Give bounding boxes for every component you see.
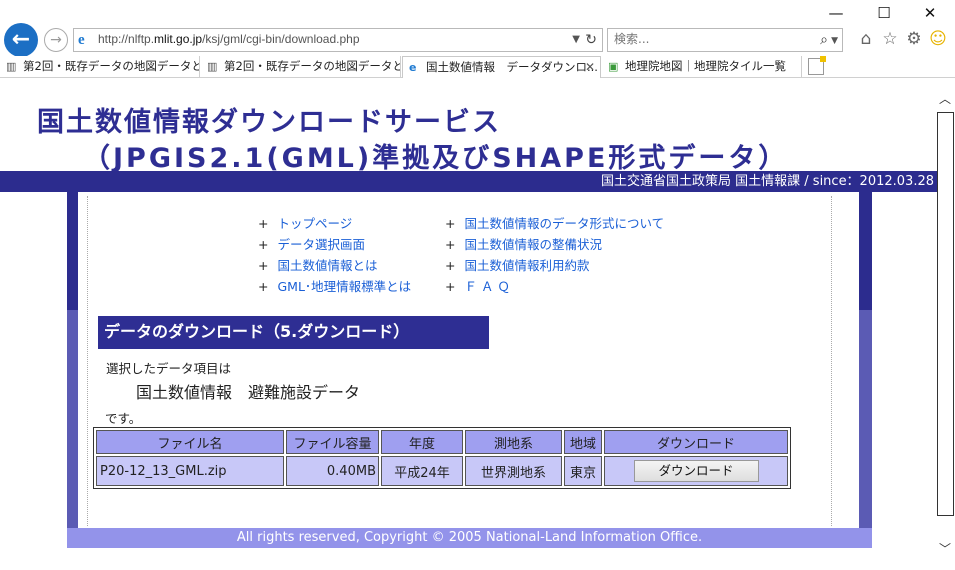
- table-row: P20-12_13_GML.zip 0.40MB 平成24年 世界測地系 東京 …: [96, 456, 788, 486]
- nav-link-label[interactable]: 国土数値情報利用約款: [464, 258, 589, 273]
- tab-4[interactable]: ▣ 地理院地図｜地理院タイル一覧: [602, 56, 802, 78]
- favorites-star-icon[interactable]: ☆: [880, 29, 900, 49]
- col-header-filename: ファイル名: [96, 430, 284, 454]
- left-side-border: [67, 192, 78, 528]
- refresh-icon[interactable]: ↻: [585, 30, 597, 50]
- tab-label: 第2回・既存データの地図データと...: [23, 59, 200, 73]
- download-button[interactable]: ダウンロード: [633, 460, 759, 482]
- nav-link-label[interactable]: 国土数値情報の整備状況: [464, 237, 602, 252]
- col-header-download: ダウンロード: [604, 430, 788, 454]
- cell-region: 東京: [564, 456, 602, 486]
- cell-year: 平成24年: [381, 456, 463, 486]
- scroll-down-button[interactable]: ﹀: [936, 540, 954, 556]
- back-button[interactable]: ←: [4, 23, 38, 57]
- book-icon: ▥: [6, 60, 17, 73]
- nav-link-data-format[interactable]: + 国土数値情報のデータ形式について: [445, 213, 664, 232]
- nav-link-label[interactable]: 国土数値情報とは: [277, 258, 377, 273]
- nav-link-about[interactable]: + 国土数値情報とは: [258, 255, 378, 274]
- nav-link-label[interactable]: トップページ: [277, 216, 352, 231]
- book-icon: ▥: [207, 60, 218, 73]
- header-bar-text: 国土交通省国土政策局 国土情報課 / since：2012.03.28: [601, 174, 934, 189]
- col-header-datum: 測地系: [465, 430, 562, 454]
- bullet: +: [258, 258, 269, 273]
- ie-icon: e: [409, 61, 417, 74]
- browser-window: — ☐ ✕ ← → e http://nlftp.mlit.go.jp/ksj/…: [0, 0, 955, 570]
- url-text[interactable]: http://nlftp.mlit.go.jp/ksj/gml/cgi-bin/…: [98, 32, 360, 46]
- search-input[interactable]: [614, 32, 794, 46]
- tab-1[interactable]: ▥ 第2回・既存データの地図データと...: [0, 56, 200, 78]
- scroll-up-button[interactable]: ︿: [936, 90, 954, 106]
- search-box[interactable]: ⌕ ▼: [607, 28, 843, 52]
- dotted-divider-right: [831, 196, 832, 526]
- vertical-scrollbar[interactable]: [937, 112, 954, 516]
- bullet: +: [258, 237, 269, 252]
- table-header-row: ファイル名 ファイル容量 年度 測地系 地域 ダウンロード: [96, 430, 788, 454]
- selected-item-text: 国土数値情報 避難施設データ: [136, 383, 361, 402]
- nav-link-data-select[interactable]: + データ選択画面: [258, 234, 365, 253]
- copyright-footer: All rights reserved, Copyright © 2005 Na…: [67, 528, 872, 548]
- dotted-divider-left: [87, 196, 88, 526]
- address-dropdown-icon[interactable]: ▼: [572, 31, 580, 49]
- nav-link-faq[interactable]: + Ｆ Ａ Ｑ: [445, 276, 510, 295]
- ie-page-icon: e: [78, 32, 85, 48]
- col-header-size: ファイル容量: [286, 430, 379, 454]
- cell-download: ダウンロード: [604, 456, 788, 486]
- bullet: +: [445, 216, 456, 231]
- cell-size: 0.40MB: [286, 456, 379, 486]
- tab-label: 第2回・既存データの地図データと...: [224, 59, 401, 73]
- nav-link-status[interactable]: + 国土数値情報の整備状況: [445, 234, 602, 253]
- nav-link-label[interactable]: 国土数値情報のデータ形式について: [464, 216, 664, 231]
- nav-link-top-page[interactable]: + トップページ: [258, 213, 352, 232]
- page-title: 国土数値情報ダウンロードサービス: [37, 107, 501, 138]
- forward-button[interactable]: →: [44, 28, 68, 52]
- map-icon: ▣: [608, 60, 619, 73]
- tab-label: 地理院地図｜地理院タイル一覧: [625, 59, 786, 73]
- settings-gear-icon[interactable]: ⚙: [904, 29, 924, 49]
- bullet: +: [445, 237, 456, 252]
- download-table: ファイル名 ファイル容量 年度 測地系 地域 ダウンロード P20-12_13_…: [93, 427, 791, 489]
- home-icon[interactable]: ⌂: [856, 29, 876, 49]
- nav-link-label[interactable]: GML･地理情報標準とは: [277, 279, 411, 294]
- nav-link-gml-standard[interactable]: + GML･地理情報標準とは: [258, 276, 411, 295]
- nav-link-label[interactable]: Ｆ Ａ Ｑ: [464, 279, 509, 294]
- tab-active[interactable]: e 国土数値情報 データダウンロ... ✕: [402, 56, 601, 78]
- bullet: +: [258, 216, 269, 231]
- search-dropdown-icon[interactable]: ▼: [831, 32, 838, 50]
- tab-2[interactable]: ▥ 第2回・既存データの地図データと...: [201, 56, 401, 78]
- smiley-feedback-icon[interactable]: ☺: [928, 29, 948, 49]
- tab-label: 国土数値情報 データダウンロ...: [426, 60, 598, 74]
- outro-text: です。: [105, 411, 142, 426]
- col-header-year: 年度: [381, 430, 463, 454]
- tab-bar: ▥ 第2回・既存データの地図データと... ▥ 第2回・既存データの地図データと..…: [0, 56, 955, 78]
- tab-close-icon[interactable]: ✕: [585, 57, 595, 78]
- page-subtitle: （JPGIS2.1(GML)準拠及びSHAPE形式データ）: [83, 143, 789, 174]
- cell-filename: P20-12_13_GML.zip: [96, 456, 284, 486]
- section-title: データのダウンロード（5.ダウンロード）: [98, 316, 489, 349]
- bullet: +: [258, 279, 269, 294]
- nav-link-terms[interactable]: + 国土数値情報利用約款: [445, 255, 590, 274]
- nav-link-label[interactable]: データ選択画面: [277, 237, 365, 252]
- intro-text: 選択したデータ項目は: [106, 361, 232, 376]
- new-tab-button[interactable]: [808, 56, 826, 75]
- cell-datum: 世界測地系: [465, 456, 562, 486]
- bullet: +: [445, 258, 456, 273]
- bullet: +: [445, 279, 456, 294]
- search-icon[interactable]: ⌕: [820, 31, 828, 49]
- address-bar[interactable]: e http://nlftp.mlit.go.jp/ksj/gml/cgi-bi…: [73, 28, 603, 52]
- col-header-region: 地域: [564, 430, 602, 454]
- right-side-border: [859, 192, 872, 528]
- header-bar: 国土交通省国土政策局 国土情報課 / since：2012.03.28: [0, 171, 938, 192]
- browser-toolbar: ← → e http://nlftp.mlit.go.jp/ksj/gml/cg…: [0, 20, 955, 57]
